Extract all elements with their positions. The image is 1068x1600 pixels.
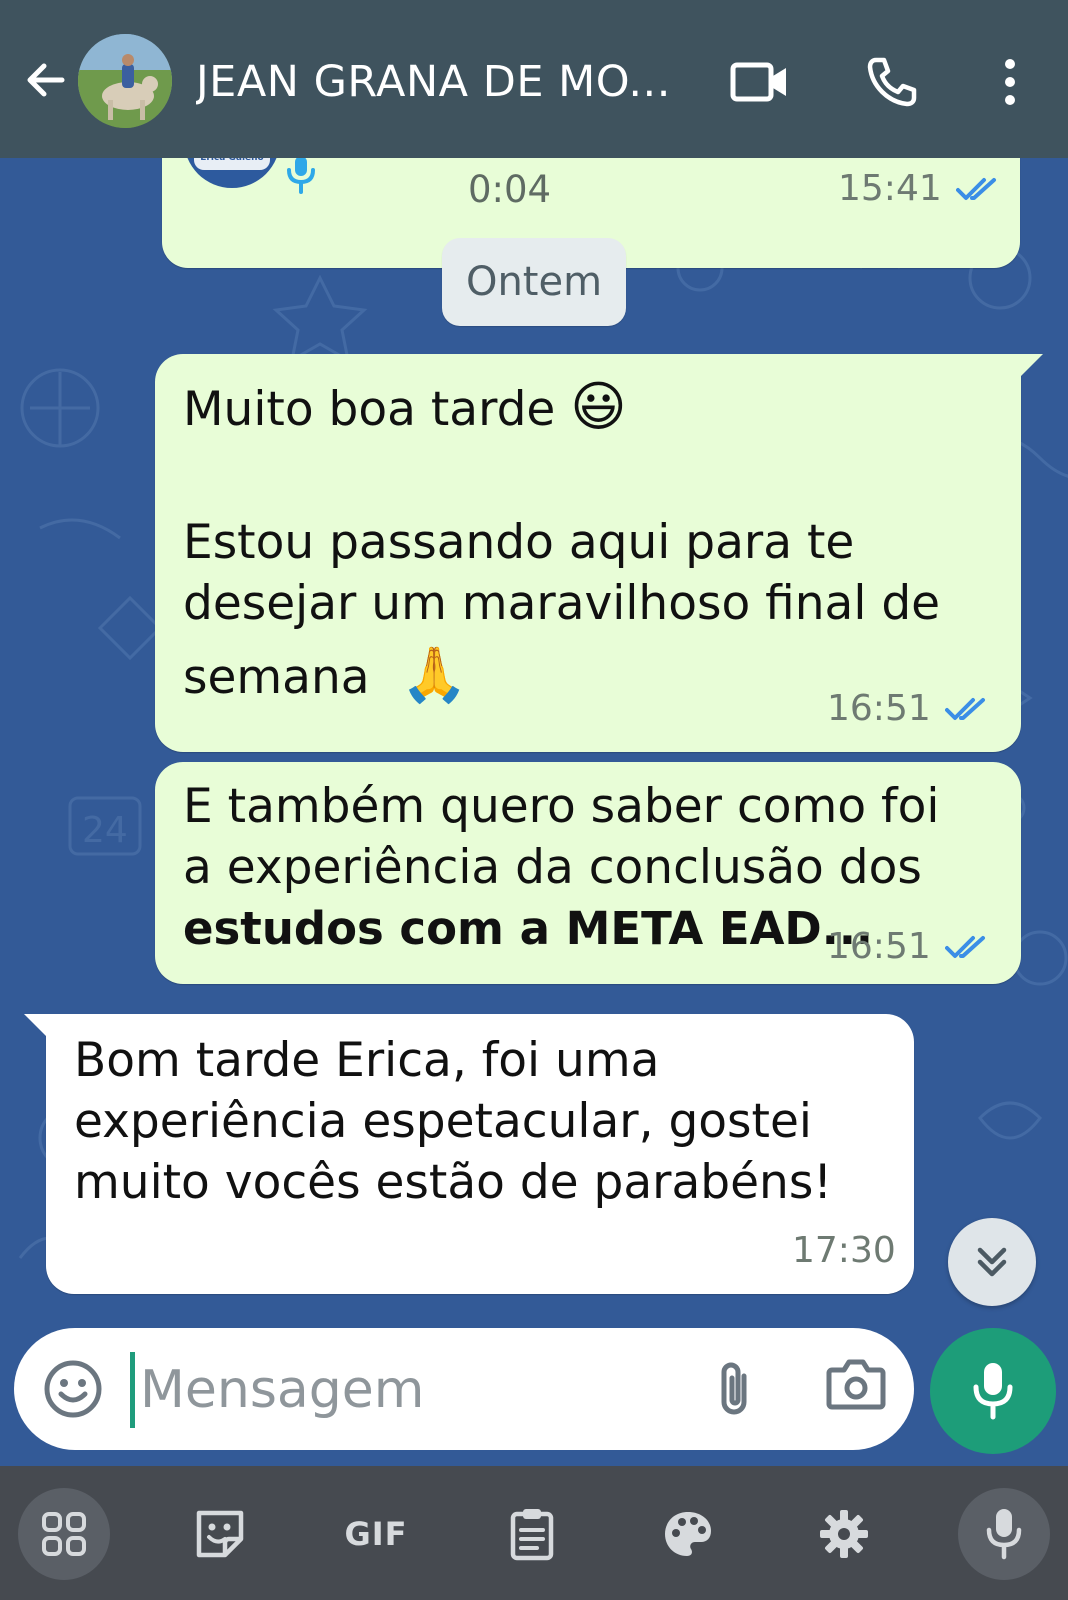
message-line: Muito boa tarde bbox=[183, 382, 556, 437]
palette-icon bbox=[665, 1512, 711, 1556]
theme-button[interactable] bbox=[642, 1488, 734, 1580]
clipboard-icon bbox=[510, 1509, 554, 1561]
voice-typing-button[interactable] bbox=[958, 1488, 1050, 1580]
double-check-read-icon bbox=[955, 177, 996, 200]
incoming-message-bubble[interactable]: Bom tarde Erica, foi uma experiência esp… bbox=[24, 1014, 914, 1294]
contact-name[interactable]: JEAN GRANA DE MO... bbox=[196, 52, 696, 112]
emoji-icon bbox=[44, 1360, 102, 1418]
settings-icon bbox=[820, 1510, 868, 1558]
message-input[interactable] bbox=[138, 1350, 702, 1430]
message-line: Bom tarde Erica, foi uma bbox=[74, 1033, 660, 1088]
double-chevron-down-icon bbox=[977, 1247, 1007, 1277]
bubble-tail bbox=[24, 1014, 48, 1038]
message-line: E também quero saber como foi bbox=[183, 779, 940, 834]
message-line: desejar um maravilhoso final de bbox=[183, 576, 941, 631]
message-time: 16:51 bbox=[827, 688, 931, 729]
message-line: Estou passando aqui para te bbox=[183, 515, 855, 570]
avatar-photo bbox=[78, 34, 172, 128]
emoji-button[interactable] bbox=[42, 1358, 104, 1420]
attach-button[interactable] bbox=[714, 1358, 776, 1420]
microphone-icon bbox=[986, 1509, 1022, 1560]
bubble-tail bbox=[1019, 354, 1043, 378]
microphone-icon bbox=[287, 158, 315, 194]
double-check-read-icon bbox=[944, 935, 985, 958]
camera-icon bbox=[826, 1359, 886, 1410]
apps-grid-button[interactable] bbox=[18, 1488, 110, 1580]
chat-header: JEAN GRANA DE MO... bbox=[0, 0, 1068, 158]
clipboard-button[interactable] bbox=[486, 1488, 578, 1580]
audio-sender-avatar: Erica Galeno bbox=[184, 158, 280, 188]
audio-meta: 15:41 bbox=[838, 168, 1002, 209]
text-cursor bbox=[130, 1352, 135, 1428]
arrow-left-icon bbox=[27, 63, 65, 97]
message-line: a experiência da conclusão dos bbox=[183, 840, 922, 895]
date-divider: Ontem bbox=[442, 238, 626, 326]
message-meta: 16:51 bbox=[827, 926, 991, 967]
message-time: 15:41 bbox=[838, 168, 942, 209]
message-meta: 17:30 bbox=[792, 1230, 896, 1271]
message-text: Muito boa tarde 😃 Estou passando aqui pa… bbox=[183, 376, 940, 708]
message-line: semana bbox=[183, 650, 370, 705]
contact-avatar[interactable] bbox=[78, 34, 172, 128]
sticker-icon bbox=[196, 1510, 244, 1558]
message-meta: 16:51 bbox=[827, 688, 991, 729]
message-text: Bom tarde Erica, foi uma experiência esp… bbox=[74, 1030, 832, 1213]
message-line-bold: estudos com a META EAD... bbox=[183, 902, 874, 955]
svg-text:24: 24 bbox=[82, 810, 128, 851]
scroll-to-bottom-button[interactable] bbox=[948, 1218, 1036, 1306]
message-line: experiência espetacular, gostei bbox=[74, 1094, 812, 1149]
double-check-read-icon bbox=[944, 697, 985, 720]
voice-call-button[interactable] bbox=[862, 52, 922, 112]
keyboard-settings-button[interactable] bbox=[798, 1488, 890, 1580]
audio-duration: 0:04 bbox=[468, 168, 552, 211]
gif-label: GIF bbox=[344, 1515, 408, 1553]
more-vertical-icon bbox=[1005, 59, 1015, 105]
voice-record-button[interactable] bbox=[930, 1328, 1056, 1454]
outgoing-message-bubble[interactable]: E também quero saber como foi a experiên… bbox=[155, 762, 1021, 984]
message-time: 17:30 bbox=[792, 1230, 896, 1271]
paperclip-icon bbox=[721, 1362, 747, 1415]
video-call-button[interactable] bbox=[730, 52, 790, 112]
outgoing-message-bubble[interactable]: Muito boa tarde 😃 Estou passando aqui pa… bbox=[155, 354, 1043, 752]
message-time: 16:51 bbox=[827, 926, 931, 967]
gif-button[interactable]: GIF bbox=[330, 1488, 422, 1580]
more-options-button[interactable] bbox=[980, 52, 1040, 112]
message-line: muito vocês estão de parabéns! bbox=[74, 1155, 833, 1210]
chat-area[interactable]: 24 Erica Galeno 0:04 15:41 Ontem Muito b… bbox=[0, 158, 1068, 1466]
sticker-button[interactable] bbox=[174, 1488, 266, 1580]
avatar-text: Erica Galeno bbox=[194, 158, 270, 170]
folded-hands-emoji: 🙏 bbox=[400, 643, 468, 706]
message-text: E também quero saber como foi a experiên… bbox=[183, 776, 939, 959]
camera-button[interactable] bbox=[826, 1358, 890, 1420]
back-button[interactable] bbox=[18, 52, 74, 108]
keyboard-toolbar: GIF bbox=[0, 1466, 1068, 1600]
message-composer[interactable] bbox=[14, 1328, 914, 1450]
phone-icon bbox=[867, 57, 917, 107]
microphone-icon bbox=[973, 1363, 1013, 1420]
apps-grid-icon bbox=[42, 1512, 86, 1556]
grinning-face-emoji: 😃 bbox=[570, 375, 627, 438]
video-camera-icon bbox=[730, 62, 786, 102]
